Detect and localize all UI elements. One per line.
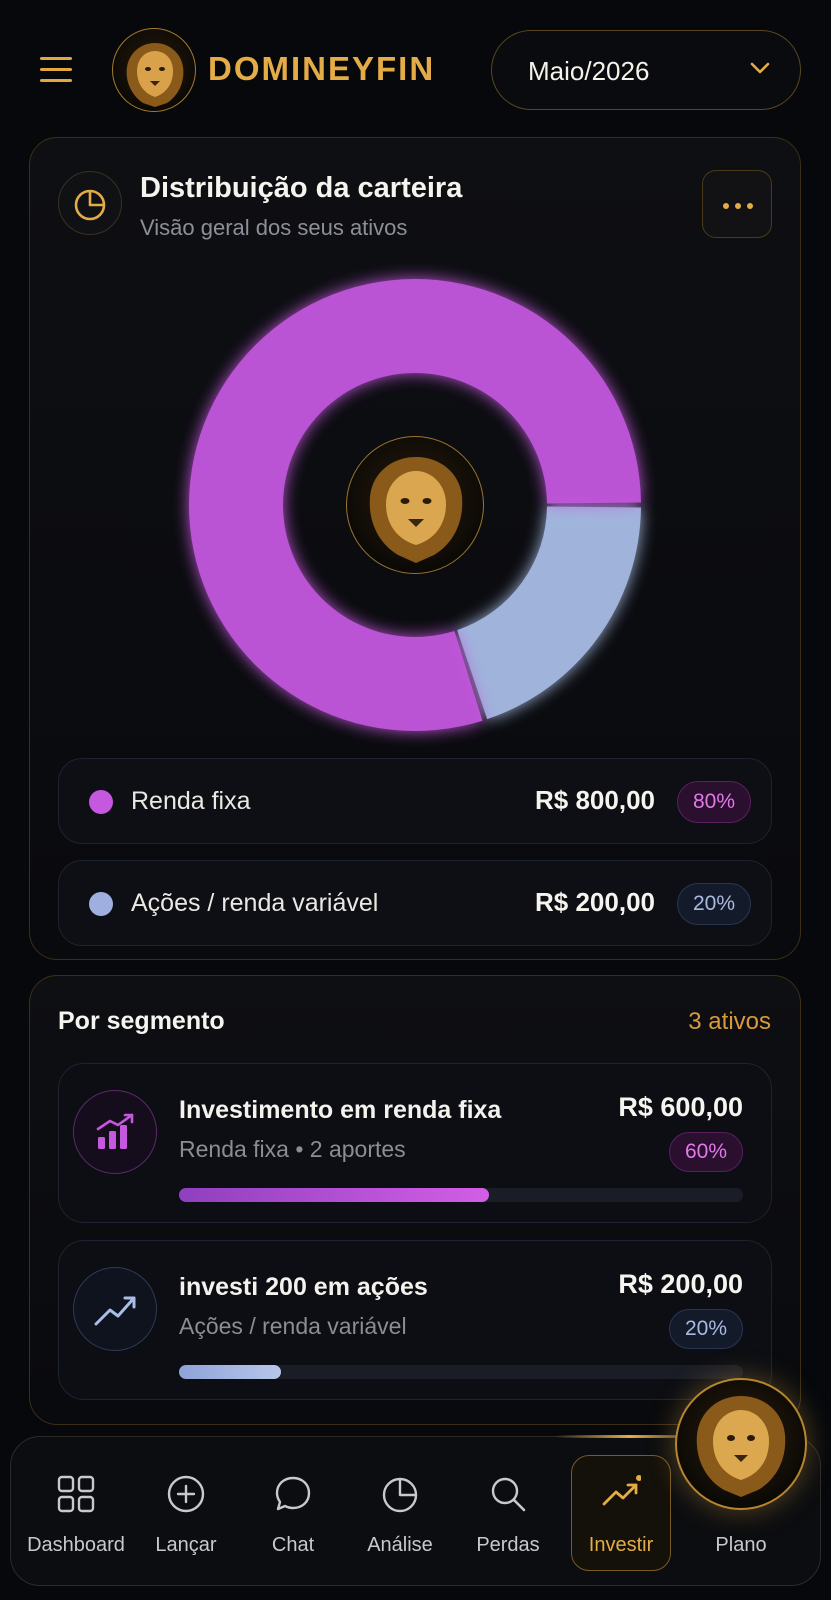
month-select[interactable]: Maio/2026 <box>491 30 801 110</box>
legend-dot <box>89 790 113 814</box>
legend-dot <box>89 892 113 916</box>
nav-item-chat[interactable]: Chat <box>243 1466 343 1566</box>
grid-icon <box>57 1475 95 1513</box>
more-dot <box>735 203 741 209</box>
more-options-button[interactable] <box>702 170 772 238</box>
nav-item-lancar[interactable]: Lançar <box>136 1466 236 1566</box>
segments-count: 3 ativos <box>688 1008 771 1035</box>
legend-value: R$ 200,00 <box>535 887 655 917</box>
plus-circle-icon <box>167 1475 205 1513</box>
chat-bubble-icon <box>275 1476 311 1511</box>
menu-button[interactable] <box>36 50 76 90</box>
segment-title: Investimento em renda fixa <box>179 1096 502 1124</box>
segment-subtitle: Renda fixa • 2 aportes <box>179 1136 406 1162</box>
segment-progress-fill <box>179 1188 490 1202</box>
legend-label: Ações / renda variável <box>131 889 379 917</box>
trending-up-icon <box>94 1296 136 1326</box>
segment-item-renda-fixa[interactable]: Investimento em renda fixa Renda fixa • … <box>58 1063 772 1223</box>
segment-item-acoes[interactable]: investi 200 em ações Ações / renda variá… <box>58 1240 772 1400</box>
card-subtitle: Visão geral dos seus ativos <box>140 215 408 240</box>
segment-icon-badge <box>73 1090 157 1174</box>
legend-row-renda-fixa[interactable]: Renda fixa R$ 800,00 80% <box>58 758 772 844</box>
nav-item-analise[interactable]: Análise <box>350 1466 450 1566</box>
pie-chart-badge <box>58 171 122 235</box>
segment-value: R$ 200,00 <box>618 1269 743 1299</box>
segment-value: R$ 600,00 <box>618 1092 743 1122</box>
nav-label: Lançar <box>155 1534 217 1556</box>
more-dot <box>747 203 753 209</box>
chevron-down-icon <box>750 62 770 74</box>
legend-row-acoes[interactable]: Ações / renda variável R$ 200,00 20% <box>58 860 772 946</box>
legend-label: Renda fixa <box>131 787 251 815</box>
card-title: Distribuição da carteira <box>140 172 463 204</box>
segment-progress-fill <box>179 1365 281 1379</box>
menu-icon-bar <box>40 79 72 82</box>
legend-value: R$ 800,00 <box>535 785 655 815</box>
segment-subtitle: Ações / renda variável <box>179 1313 407 1339</box>
nav-item-perdas[interactable]: Perdas <box>458 1466 558 1566</box>
month-select-value: Maio/2026 <box>528 56 650 86</box>
segments-title: Por segmento <box>58 1007 225 1035</box>
legend-percent-badge: 20% <box>677 883 751 925</box>
lion-logo-icon <box>696 1396 786 1497</box>
nav-item-investir[interactable]: Investir <box>571 1466 671 1566</box>
brand-name: DOMINEYFIN <box>208 50 436 87</box>
segment-icon-badge <box>73 1267 157 1351</box>
pie-chart-icon <box>74 189 106 221</box>
segment-percent-badge: 20% <box>669 1309 743 1349</box>
segment-progress-track <box>179 1365 743 1379</box>
lion-logo-icon <box>369 457 463 563</box>
nav-item-dashboard[interactable]: Dashboard <box>26 1466 126 1566</box>
trending-up-icon <box>602 1475 641 1506</box>
menu-icon-bar <box>40 68 72 71</box>
segment-title: investi 200 em ações <box>179 1273 428 1301</box>
plan-lion-button[interactable] <box>675 1378 807 1510</box>
lion-logo-icon <box>126 43 184 107</box>
nav-label: Chat <box>271 1534 315 1556</box>
segment-percent-badge: 60% <box>669 1132 743 1172</box>
search-icon <box>491 1477 526 1512</box>
donut-center-logo <box>346 436 484 574</box>
segment-progress-track <box>179 1188 743 1202</box>
nav-label: Dashboard <box>27 1534 125 1556</box>
nav-label: Análise <box>367 1534 433 1556</box>
pie-chart-icon <box>382 1477 418 1513</box>
nav-label: Investir <box>588 1534 654 1556</box>
more-horizontal-icon <box>723 203 729 209</box>
brand-logo <box>112 28 196 112</box>
menu-icon <box>40 57 72 60</box>
nav-label: Perdas <box>476 1534 540 1556</box>
bar-chart-up-icon <box>96 1113 134 1149</box>
legend-percent-badge: 80% <box>677 781 751 823</box>
